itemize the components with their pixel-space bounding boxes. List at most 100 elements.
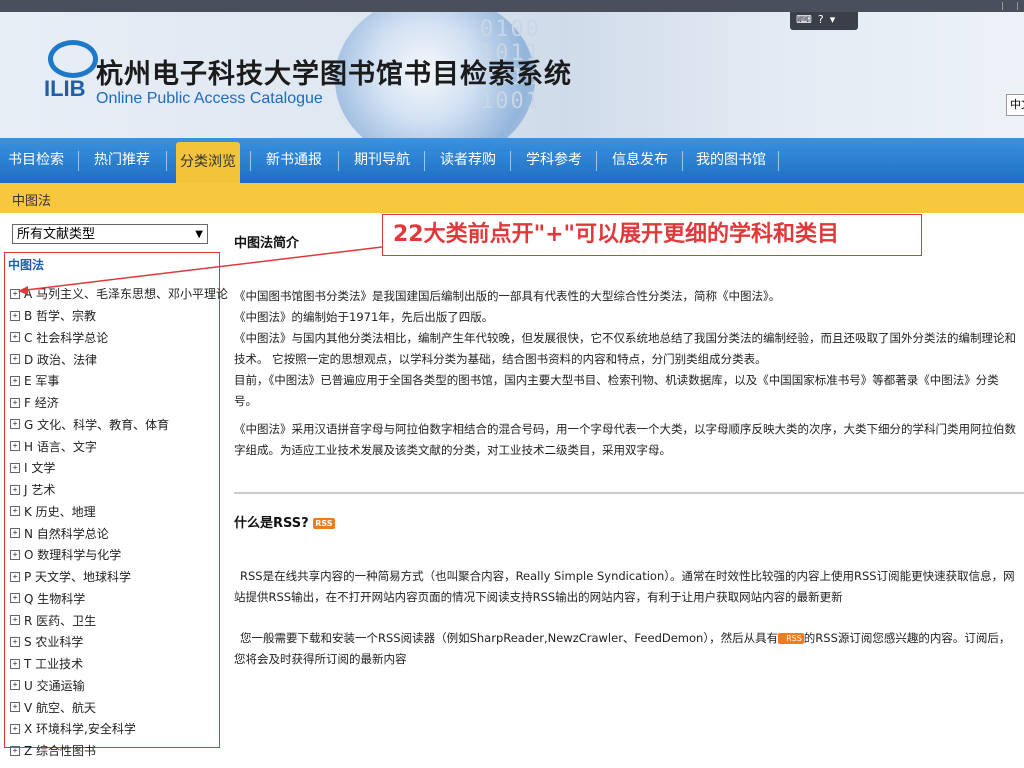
tree-item-label[interactable]: D 政治、法律	[24, 351, 97, 368]
expand-plus-icon[interactable]: +	[10, 636, 20, 647]
tree-item-label[interactable]: G 文化、科学、教育、体育	[24, 416, 169, 433]
tree-item-label[interactable]: R 医药、卫生	[24, 612, 96, 629]
tree-item[interactable]: + Q 生物科学	[10, 588, 228, 610]
category-tree: + A 马列主义、毛泽东思想、邓小平理论 + B 哲学、宗教 + C 社会科学总论 + D 政…	[10, 283, 228, 762]
rss-icon[interactable]: RSS	[778, 633, 804, 644]
tree-item[interactable]: + B 哲学、宗教	[10, 305, 228, 327]
tree-item-label[interactable]: J 艺术	[24, 481, 55, 498]
tree-item[interactable]: + E 军事	[10, 370, 228, 392]
nav-item-journals[interactable]: 期刊导航	[344, 138, 420, 183]
expand-plus-icon[interactable]: +	[10, 288, 20, 299]
expand-plus-icon[interactable]: +	[10, 506, 20, 517]
nav-divider	[510, 151, 511, 171]
tree-item-label[interactable]: H 语言、文字	[24, 438, 97, 455]
nav-divider	[250, 151, 251, 171]
tree-item-label[interactable]: Q 生物科学	[24, 590, 85, 607]
expand-plus-icon[interactable]: +	[10, 375, 20, 386]
nav-item-news[interactable]: 信息发布	[602, 138, 678, 183]
ime-toolbar[interactable]: ⌨? ▾	[790, 12, 858, 30]
expand-plus-icon[interactable]: +	[10, 462, 20, 473]
tree-item-label[interactable]: I 文学	[24, 459, 55, 476]
expand-plus-icon[interactable]: +	[10, 702, 20, 713]
tree-item[interactable]: + R 医药、卫生	[10, 609, 228, 631]
expand-plus-icon[interactable]: +	[10, 593, 20, 604]
dropdown-arrow-icon: ▼	[195, 229, 203, 240]
nav-item-mylibrary[interactable]: 我的图书馆	[688, 138, 774, 183]
ilib-logo[interactable]: ILIB	[40, 40, 98, 106]
expand-plus-icon[interactable]: +	[10, 549, 20, 560]
nav-item-recommend[interactable]: 读者荐购	[430, 138, 506, 183]
tree-item[interactable]: + J 艺术	[10, 479, 228, 501]
tree-item[interactable]: + G 文化、科学、教育、体育	[10, 414, 228, 436]
tree-item-label[interactable]: E 军事	[24, 372, 59, 389]
expand-plus-icon[interactable]: +	[10, 658, 20, 669]
tree-item[interactable]: + P 天文学、地球科学	[10, 566, 228, 588]
intro-title: 中图法简介	[234, 236, 300, 251]
expand-plus-icon[interactable]: +	[10, 571, 20, 582]
intro-text: 《中国图书馆图书分类法》是我国建国后编制出版的一部具有代表性的大型综合性分类法，…	[234, 286, 1018, 412]
tree-item[interactable]: + N 自然科学总论	[10, 522, 228, 544]
help-icon[interactable]: ?	[818, 12, 824, 28]
tree-item[interactable]: + D 政治、法律	[10, 348, 228, 370]
nav-item-subject[interactable]: 学科参考	[516, 138, 592, 183]
tree-item[interactable]: + C 社会科学总论	[10, 327, 228, 349]
tree-item-label[interactable]: A 马列主义、毛泽东思想、邓小平理论	[24, 285, 228, 302]
tree-item-label[interactable]: O 数理科学与化学	[24, 546, 121, 563]
expand-plus-icon[interactable]: +	[10, 310, 20, 321]
tree-item-label[interactable]: C 社会科学总论	[24, 329, 108, 346]
intro-line: 《中图法》与国内其他分类法相比，编制产生年代较晚，但发展很快，它不仅系统地总结了…	[234, 331, 1016, 366]
tree-title[interactable]: 中图法	[8, 256, 44, 273]
tree-item-label[interactable]: F 经济	[24, 394, 59, 411]
keyboard-icon[interactable]: ⌨	[796, 12, 812, 28]
language-select[interactable]: 中文	[1006, 94, 1024, 116]
expand-plus-icon[interactable]: +	[10, 441, 20, 452]
tree-item-label[interactable]: X 环境科学,安全科学	[24, 720, 136, 737]
tree-item[interactable]: + S 农业科学	[10, 631, 228, 653]
site-header: 0100 1011 0010 1001 ILIB 杭州电子科技大学图书馆书目检索…	[0, 12, 1024, 138]
expand-plus-icon[interactable]: +	[10, 680, 20, 691]
tree-item[interactable]: + F 经济	[10, 392, 228, 414]
tree-item-label[interactable]: U 交通运输	[24, 677, 85, 694]
chevron-down-icon[interactable]: ▾	[830, 12, 836, 28]
tree-item[interactable]: + X 环境科学,安全科学	[10, 718, 228, 740]
expand-plus-icon[interactable]: +	[10, 419, 20, 430]
tree-item-label[interactable]: T 工业技术	[24, 655, 83, 672]
tree-item[interactable]: + I 文学	[10, 457, 228, 479]
tree-item[interactable]: + V 航空、航天	[10, 696, 228, 718]
tree-item[interactable]: + K 历史、地理	[10, 501, 228, 523]
tree-item-label[interactable]: N 自然科学总论	[24, 525, 109, 542]
tree-item-label[interactable]: P 天文学、地球科学	[24, 568, 131, 585]
tree-item[interactable]: + O 数理科学与化学	[10, 544, 228, 566]
logo-text: ILIB	[44, 76, 86, 101]
tree-item[interactable]: + U 交通运输	[10, 675, 228, 697]
expand-plus-icon[interactable]: +	[10, 332, 20, 343]
tree-item-label[interactable]: Z 综合性图书	[24, 742, 96, 759]
nav-item-search[interactable]: 书目检索	[0, 138, 72, 183]
expand-plus-icon[interactable]: +	[10, 745, 20, 756]
tree-item[interactable]: + Z 综合性图书	[10, 740, 228, 762]
tree-item-label[interactable]: S 农业科学	[24, 633, 83, 650]
nav-divider	[424, 151, 425, 171]
site-subtitle: Online Public Access Catalogue	[96, 90, 323, 107]
rss-title-text: 什么是RSS?	[234, 516, 309, 531]
tree-item[interactable]: + T 工业技术	[10, 653, 228, 675]
nav-item-hot[interactable]: 热门推荐	[84, 138, 160, 183]
tree-item-label[interactable]: B 哲学、宗教	[24, 307, 96, 324]
nav-item-browse[interactable]: 分类浏览	[176, 142, 240, 183]
expand-plus-icon[interactable]: +	[10, 528, 20, 539]
expand-plus-icon[interactable]: +	[10, 723, 20, 734]
doc-type-select[interactable]: 所有文献类型 ▼	[12, 224, 208, 244]
expand-plus-icon[interactable]: +	[10, 397, 20, 408]
tree-item[interactable]: + A 马列主义、毛泽东思想、邓小平理论	[10, 283, 228, 305]
expand-plus-icon[interactable]: +	[10, 354, 20, 365]
tree-item-label[interactable]: K 历史、地理	[24, 503, 96, 520]
expand-plus-icon[interactable]: +	[10, 484, 20, 495]
tree-item-label[interactable]: V 航空、航天	[24, 699, 96, 716]
expand-plus-icon[interactable]: +	[10, 615, 20, 626]
rss-icon[interactable]: RSS	[313, 518, 335, 529]
nav-item-newbooks[interactable]: 新书通报	[256, 138, 332, 183]
resize-grip-icon[interactable]	[1002, 2, 1018, 10]
nav-divider	[78, 151, 79, 171]
main-nav: 书目检索 热门推荐 分类浏览 新书通报 期刊导航 读者荐购 学科参考 信息发布 …	[0, 138, 1024, 183]
tree-item[interactable]: + H 语言、文字	[10, 435, 228, 457]
